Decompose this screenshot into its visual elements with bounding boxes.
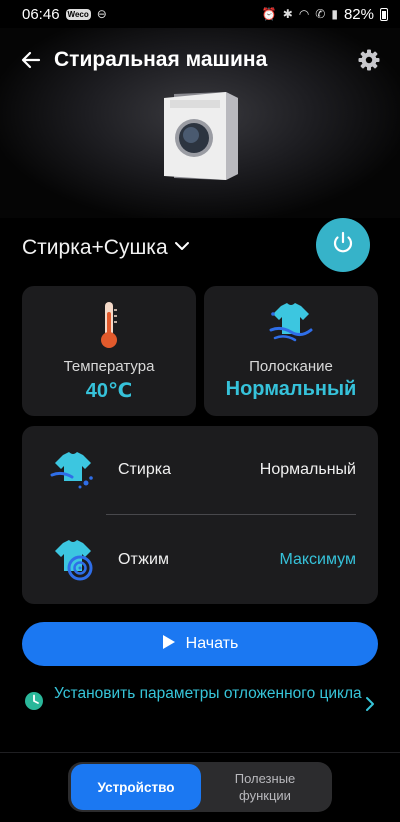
- call-icon: ✆: [315, 7, 326, 21]
- alarm-icon: ⏰: [261, 7, 277, 21]
- temperature-label: Температура: [63, 358, 155, 375]
- clock-icon: [24, 691, 44, 711]
- back-arrow-icon[interactable]: [18, 47, 44, 73]
- power-icon: [329, 229, 357, 262]
- rinse-label: Полоскание: [249, 358, 333, 375]
- signal-icon: ▮: [331, 7, 338, 21]
- spin-shirt-icon: [50, 537, 96, 583]
- spin-setting-row[interactable]: Отжим Максимум: [22, 530, 378, 590]
- battery-icon: [380, 7, 388, 21]
- chevron-down-icon: [174, 238, 190, 259]
- tab-useful-functions[interactable]: Полезные функции: [201, 764, 329, 810]
- status-left: 06:46 Weco ⊖: [22, 6, 107, 23]
- app-bar: Стиральная машина: [0, 38, 400, 82]
- mode-label: Стирка+Сушка: [22, 236, 168, 259]
- gear-icon[interactable]: [356, 47, 382, 73]
- bluetooth-icon: ✱: [282, 7, 293, 21]
- wash-shirt-icon: [50, 447, 96, 493]
- start-button[interactable]: Начать: [22, 622, 378, 666]
- rinse-card[interactable]: Полоскание Нормальный: [204, 286, 378, 416]
- start-button-label: Начать: [185, 635, 239, 652]
- settings-divider: [106, 514, 356, 515]
- wifi-icon: ◠: [298, 7, 310, 21]
- wash-setting-row[interactable]: Стирка Нормальный: [22, 440, 378, 500]
- wash-value: Нормальный: [259, 461, 356, 478]
- bottom-divider: [0, 752, 400, 753]
- spin-value: Максимум: [279, 551, 356, 568]
- delayed-cycle-link[interactable]: Установить параметры отложенного цикла: [24, 684, 378, 712]
- temperature-card[interactable]: Температура 40℃: [22, 286, 196, 416]
- wash-label: Стирка: [118, 461, 171, 478]
- status-bar: 06:46 Weco ⊖ ⏰ ✱ ◠ ✆ ▮ 82%: [0, 0, 400, 28]
- tab-device[interactable]: Устройство: [71, 764, 201, 810]
- rinse-shirt-icon: [267, 300, 315, 349]
- status-time: 06:46: [22, 5, 60, 23]
- chevron-right-icon: [362, 696, 378, 712]
- battery-percent: 82%: [343, 5, 374, 23]
- status-right: ⏰ ✱ ◠ ✆ ▮ 82%: [262, 6, 388, 23]
- notification-badge: Weco: [65, 8, 91, 20]
- bottom-tab-bar: Устройство Полезные функции: [68, 762, 332, 812]
- delayed-cycle-text: Установить параметры отложенного цикла: [54, 685, 362, 702]
- power-button[interactable]: [316, 218, 370, 272]
- page-title: Стиральная машина: [54, 48, 268, 71]
- rinse-value: Нормальный: [225, 378, 357, 400]
- dnd-icon: ⊖: [96, 7, 107, 21]
- washing-machine-image: [160, 88, 242, 182]
- play-icon: [162, 634, 176, 655]
- wash-settings-card: Стирка Нормальный Отжим Максимум: [22, 426, 378, 604]
- temperature-value: 40℃: [85, 380, 133, 402]
- spin-label: Отжим: [118, 551, 169, 568]
- mode-selector[interactable]: Стирка+Сушка: [22, 236, 190, 260]
- thermometer-icon: [94, 300, 124, 355]
